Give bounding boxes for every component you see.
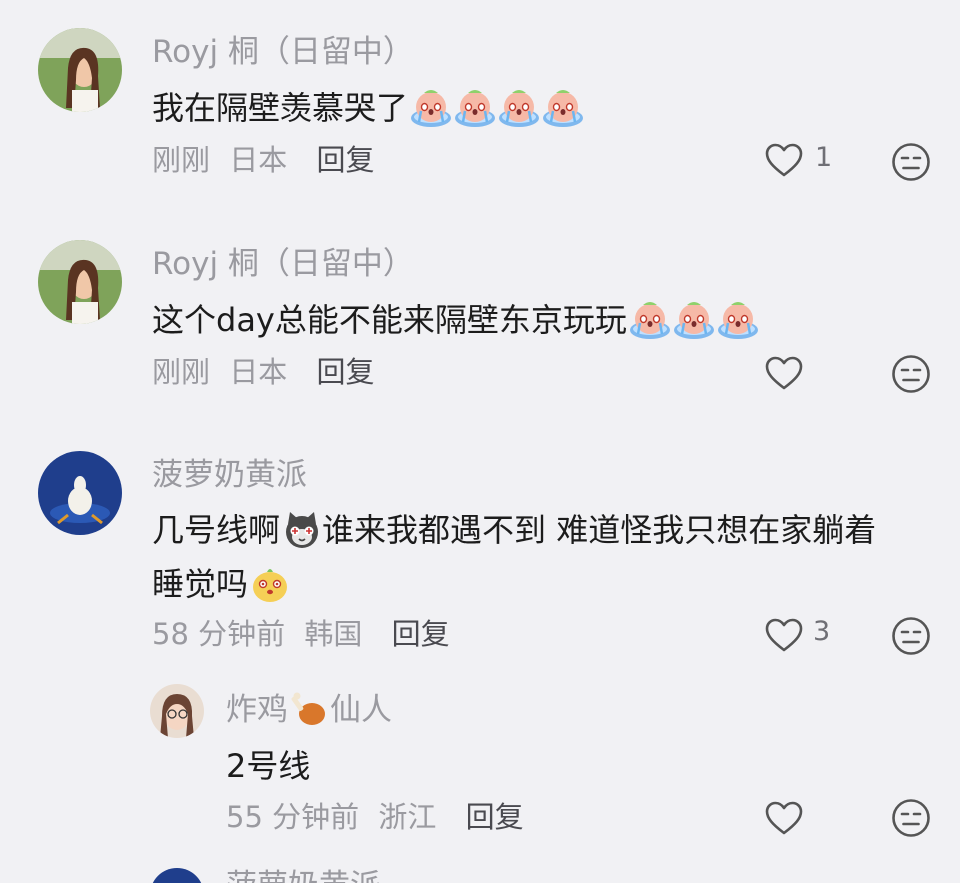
cat-emoji <box>282 510 322 550</box>
avatar[interactable] <box>150 868 204 883</box>
like-count: 3 <box>813 616 831 647</box>
crying-emoji <box>717 300 759 340</box>
comment-time: 刚刚 <box>152 355 211 389</box>
username-part: 仙人 <box>330 692 392 728</box>
meh-face-icon[interactable] <box>891 354 931 394</box>
heart-icon[interactable] <box>764 142 804 178</box>
username[interactable]: 菠萝奶黄派 <box>152 455 307 495</box>
comment-time: 刚刚 <box>152 143 211 177</box>
crying-emoji <box>542 88 584 128</box>
chick-emoji <box>250 564 290 604</box>
avatar[interactable] <box>38 240 122 324</box>
comment-meta: 刚刚 日本 回复 <box>152 140 374 180</box>
username[interactable]: Royj 桐（日留中） <box>152 244 414 284</box>
username[interactable]: 菠萝奶黄派 <box>226 866 381 883</box>
username[interactable]: Royj 桐（日留中） <box>152 32 414 72</box>
comment-meta: 刚刚 日本 回复 <box>152 352 374 392</box>
heart-icon[interactable] <box>764 355 804 391</box>
comment-location: 日本 <box>229 143 288 177</box>
comment-text: 我在隔壁羡慕哭了 <box>152 76 584 140</box>
comment-time: 58 分钟前 <box>152 617 286 651</box>
heart-icon[interactable] <box>764 617 804 653</box>
comment-time: 55 分钟前 <box>226 800 360 834</box>
comment-text-content: 谁来我都遇不到 难道怪我只想在家躺着 <box>322 511 877 549</box>
avatar[interactable] <box>38 28 122 112</box>
crying-emoji <box>629 300 671 340</box>
avatar[interactable] <box>38 451 122 535</box>
like-count: 1 <box>815 142 833 173</box>
username-part: 炸鸡 <box>226 692 288 728</box>
comment-text-content: 我在隔壁羡慕哭了 <box>152 89 409 127</box>
crying-emoji <box>454 88 496 128</box>
reply-button[interactable]: 回复 <box>392 617 450 651</box>
meh-face-icon[interactable] <box>891 798 931 838</box>
comment-text: 2号线 <box>226 747 311 785</box>
meh-face-icon[interactable] <box>891 616 931 656</box>
meh-face-icon[interactable] <box>891 142 931 182</box>
comment-location: 日本 <box>229 355 288 389</box>
avatar[interactable] <box>150 684 204 738</box>
heart-icon[interactable] <box>764 800 804 836</box>
drumstick-emoji <box>290 690 330 730</box>
comment-meta: 55 分钟前 浙江 回复 <box>226 797 524 837</box>
username[interactable]: 炸鸡 仙人 <box>226 690 392 730</box>
comment-text-content: 这个day总能不能来隔壁东京玩玩 <box>152 301 627 339</box>
crying-emoji <box>498 88 540 128</box>
reply-button[interactable]: 回复 <box>466 800 524 834</box>
comment-text-content: 睡觉吗 <box>152 565 249 603</box>
comment-location: 浙江 <box>378 800 437 834</box>
comment-text-line2: 睡觉吗 <box>152 552 290 616</box>
reply-button[interactable]: 回复 <box>316 143 374 177</box>
crying-emoji <box>673 300 715 340</box>
comment-location: 韩国 <box>304 617 363 651</box>
crying-emoji <box>410 88 452 128</box>
reply-button[interactable]: 回复 <box>316 355 374 389</box>
comment-text: 这个day总能不能来隔壁东京玩玩 <box>152 288 759 352</box>
comment-meta: 58 分钟前 韩国 回复 <box>152 614 450 654</box>
